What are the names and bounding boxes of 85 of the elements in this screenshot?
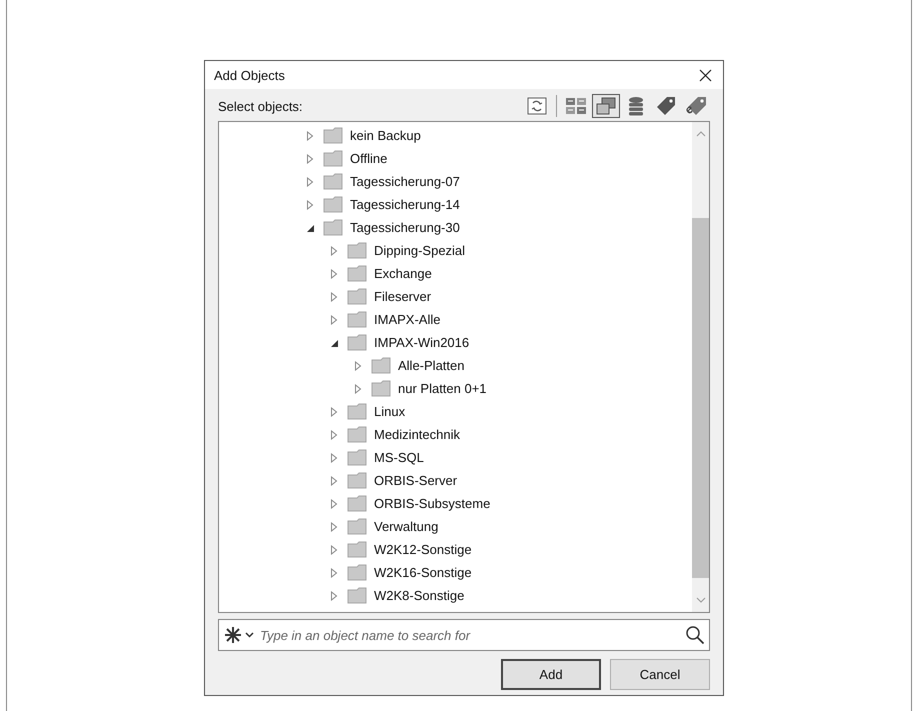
expand-arrow-icon[interactable] <box>329 476 339 486</box>
folder-icon <box>323 127 343 144</box>
expand-arrow-icon[interactable] <box>329 406 339 416</box>
scrollbar-thumb[interactable] <box>692 218 709 578</box>
expand-arrow-icon[interactable] <box>305 200 315 210</box>
tree-item-label[interactable]: Medizintechnik <box>374 427 460 442</box>
window-title: Add Objects <box>214 68 285 82</box>
asterisk-icon <box>223 625 243 645</box>
windows-view-button[interactable] <box>592 94 620 118</box>
tree-item-label[interactable]: Linux <box>374 404 406 419</box>
collapse-arrow-icon[interactable] <box>329 338 339 348</box>
tree-item-label[interactable]: Tagessicherung-07 <box>350 174 460 189</box>
tree-item-label[interactable]: Offline <box>350 151 388 166</box>
folder-icon <box>347 242 367 259</box>
tree-item-label[interactable]: Alle-Platten <box>398 358 464 373</box>
grid-icon <box>565 96 587 116</box>
add-button[interactable]: Add <box>501 659 601 690</box>
search-icon[interactable] <box>685 625 705 645</box>
expand-arrow-icon[interactable] <box>305 176 315 186</box>
filter-dropdown[interactable] <box>223 625 254 645</box>
tree-item-label[interactable]: kein Backup <box>350 128 421 143</box>
folder-icon <box>323 150 343 167</box>
windows-icon <box>595 96 617 116</box>
search-input[interactable]: Type in an object name to search for <box>258 626 685 644</box>
folder-icon <box>347 587 367 604</box>
folder-icon <box>347 472 367 489</box>
tag-icon <box>656 96 676 116</box>
expand-arrow-icon[interactable] <box>329 590 339 600</box>
tree-item-label[interactable]: W2K8-Sonstige <box>374 588 464 603</box>
expand-arrow-icon[interactable] <box>329 292 339 302</box>
folder-icon <box>347 403 367 420</box>
folder-icon <box>347 288 367 305</box>
tree-item-label[interactable]: Tagessicherung-14 <box>350 197 460 212</box>
tree-item-label[interactable]: W2K16-Sonstige <box>374 565 472 580</box>
folder-icon <box>347 334 367 351</box>
folder-icon <box>371 380 391 397</box>
expand-arrow-icon[interactable] <box>329 568 339 578</box>
tree-item-label[interactable]: Dipping-Spezial <box>374 243 466 258</box>
select-objects-label: Select objects: <box>218 98 303 114</box>
expand-arrow-icon[interactable] <box>329 498 339 508</box>
folder-icon <box>347 426 367 443</box>
folder-icon <box>347 449 367 466</box>
scrollbar[interactable] <box>692 122 709 612</box>
collapse-arrow-icon[interactable] <box>305 222 315 232</box>
expand-arrow-icon[interactable] <box>329 522 339 532</box>
folder-icon <box>347 518 367 535</box>
expand-arrow-icon[interactable] <box>305 130 315 140</box>
caret-icon <box>245 632 254 638</box>
folder-icon <box>323 173 343 190</box>
database-icon <box>628 96 644 116</box>
folder-icon <box>347 541 367 558</box>
folder-icon <box>347 265 367 282</box>
expand-arrow-icon[interactable] <box>329 268 339 278</box>
folder-icon <box>323 219 343 236</box>
tags-icon <box>685 96 707 116</box>
tree-item-label[interactable]: IMPAX-Win2016 <box>374 335 470 350</box>
refresh-icon <box>527 97 547 115</box>
search-field[interactable]: Type in an object name to search for <box>218 619 710 651</box>
close-icon <box>698 68 712 82</box>
tree-item-label[interactable]: W2K12-Sonstige <box>374 542 472 557</box>
scroll-down-icon[interactable] <box>696 597 706 603</box>
folder-icon <box>323 196 343 213</box>
tree-item-label[interactable]: IMAPX-Alle <box>374 312 440 327</box>
tree-item-label[interactable]: nur Platten 0+1 <box>398 381 487 396</box>
expand-arrow-icon[interactable] <box>329 430 339 440</box>
tree-item-label[interactable]: Exchange <box>374 266 432 281</box>
tree-item-label[interactable]: ORBIS-Server <box>374 473 458 488</box>
folder-icon <box>347 311 367 328</box>
folder-icon <box>347 495 367 512</box>
folder-icon <box>371 357 391 374</box>
expand-arrow-icon[interactable] <box>329 314 339 324</box>
expand-arrow-icon[interactable] <box>353 360 363 370</box>
expand-arrow-icon[interactable] <box>329 246 339 256</box>
folder-icon <box>347 564 367 581</box>
tree-item-label[interactable]: Tagessicherung-30 <box>350 220 460 235</box>
scroll-up-icon[interactable] <box>696 131 706 137</box>
expand-arrow-icon[interactable] <box>329 452 339 462</box>
expand-arrow-icon[interactable] <box>329 544 339 554</box>
cancel-button[interactable]: Cancel <box>610 659 710 690</box>
tree-item-label[interactable]: MS-SQL <box>374 450 424 465</box>
tree-item-label[interactable]: ORBIS-Subsysteme <box>374 496 490 511</box>
expand-arrow-icon[interactable] <box>305 154 315 164</box>
expand-arrow-icon[interactable] <box>353 384 363 394</box>
tree-item-label[interactable]: Fileserver <box>374 289 432 304</box>
tree-item-label[interactable]: Verwaltung <box>374 519 438 534</box>
